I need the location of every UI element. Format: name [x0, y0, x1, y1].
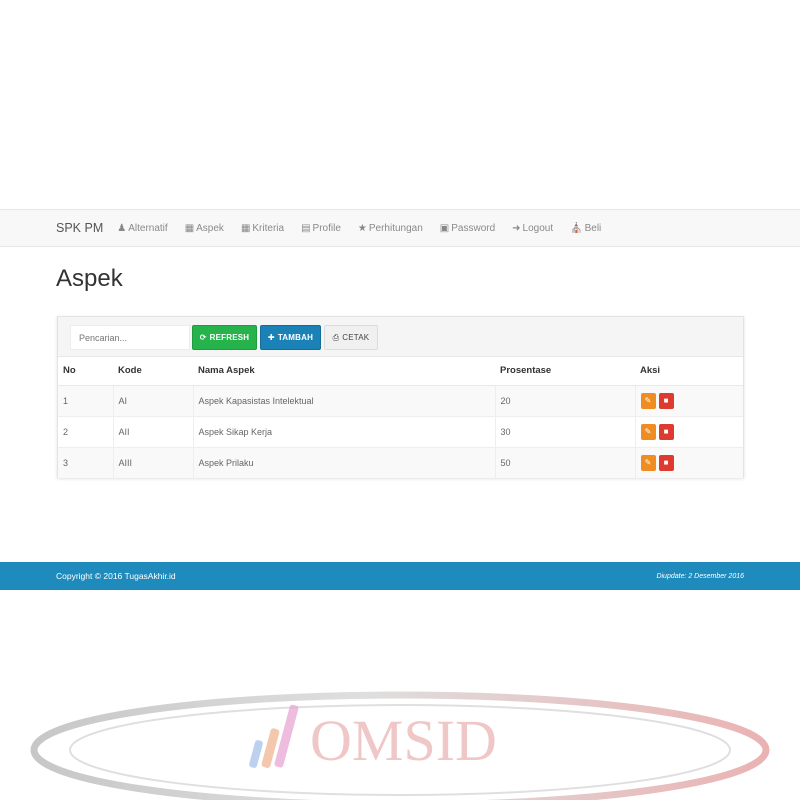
refresh-icon: ⟳ — [199, 333, 207, 342]
cell-aksi: ✎ ■ — [635, 415, 743, 447]
plus-icon: ✚ — [267, 333, 275, 342]
log-in-icon: ➜ — [512, 222, 521, 234]
nav-item-kriteria[interactable]: ▦ Kriteria — [241, 223, 284, 234]
calendar-icon: ▤ — [301, 222, 311, 234]
column-header-nama-aspek[interactable]: Nama Aspek — [193, 357, 495, 386]
cetak-button[interactable]: ⎙ CETAK — [324, 325, 378, 350]
page-title: Aspek — [56, 265, 123, 292]
cell-prosentase: 30 — [495, 415, 636, 447]
lock-icon: ▣ — [439, 222, 450, 234]
column-header-prosentase[interactable]: Prosentase — [495, 357, 635, 386]
nav-item-profile[interactable]: ▤ Profile — [301, 223, 341, 234]
tambah-button[interactable]: ✚ TAMBAH — [260, 325, 321, 350]
column-header-aksi: Aksi — [635, 357, 743, 386]
star-icon: ★ — [357, 222, 367, 234]
cell-no: 2 — [58, 415, 114, 447]
nav-item-logout[interactable]: ➜ Logout — [512, 223, 553, 234]
column-header-no[interactable]: No — [58, 357, 113, 386]
cell-prosentase: 20 — [495, 384, 636, 416]
table-row: 3 AIII Aspek Prilaku 50 ✎ ■ — [58, 446, 743, 478]
nav-item-alternatif[interactable]: ♟ Alternatif — [117, 223, 167, 234]
trash-icon[interactable]: ■ — [658, 454, 674, 471]
nav-item-password[interactable]: ▣ Password — [440, 223, 495, 234]
table-row: 1 AI Aspek Kapasistas Intelektual 20 ✎ ■ — [58, 384, 743, 416]
table-row: 2 AII Aspek Sikap Kerja 30 ✎ ■ — [58, 415, 743, 447]
column-header-kode[interactable]: Kode — [113, 357, 193, 386]
nav-item-aspek[interactable]: ▦ Aspek — [185, 223, 224, 234]
trash-icon[interactable]: ■ — [658, 423, 674, 440]
navbar-brand[interactable]: SPK PM — [56, 221, 103, 235]
nav-item-beli[interactable]: ⛪ Beli — [570, 223, 601, 234]
cell-nama-aspek: Aspek Prilaku — [193, 446, 496, 478]
cetak-label: CETAK — [342, 333, 370, 342]
table-header-row: No Kode Nama Aspek Prosentase Aksi — [58, 357, 743, 386]
refresh-button[interactable]: ⟳ REFRESH — [192, 325, 257, 350]
user-icon: ♟ — [117, 222, 127, 234]
footer-updated-date: Diupdate: 2 Desember 2016 — [656, 572, 744, 580]
search-input[interactable] — [70, 325, 190, 350]
aspek-table: No Kode Nama Aspek Prosentase Aksi 1 AI … — [58, 357, 743, 478]
footer-copyright: Copyright © 2016 TugasAkhir.id — [56, 571, 176, 581]
trash-icon[interactable]: ■ — [658, 392, 674, 409]
cell-aksi: ✎ ■ — [635, 446, 743, 478]
th-large-icon: ▦ — [184, 222, 195, 234]
cell-kode: AII — [113, 415, 194, 447]
cell-aksi: ✎ ■ — [635, 384, 743, 416]
nav-item-label: Aspek — [196, 222, 224, 234]
edit-icon[interactable]: ✎ — [640, 454, 656, 471]
watermark-text: OMSID — [310, 708, 497, 773]
omsid-watermark-logo: OMSID — [30, 691, 770, 800]
edit-icon[interactable]: ✎ — [640, 423, 656, 440]
top-navbar: SPK PM ♟ Alternatif ▦ Aspek ▦ Kriteria ▤… — [0, 209, 800, 247]
nav-item-label: Beli — [584, 222, 602, 234]
th-icon: ▦ — [240, 222, 251, 234]
nav-item-label: Password — [451, 222, 496, 234]
tambah-label: TAMBAH — [277, 333, 314, 342]
shopping-cart-icon: ⛪ — [570, 222, 583, 234]
nav-item-perhitungan[interactable]: ★ Perhitungan — [358, 223, 423, 234]
cell-no: 3 — [58, 446, 114, 478]
cell-nama-aspek: Aspek Sikap Kerja — [193, 415, 496, 447]
edit-icon[interactable]: ✎ — [640, 392, 656, 409]
cell-kode: AIII — [113, 446, 194, 478]
table-toolbar: ⟳ REFRESH ✚ TAMBAH ⎙ CETAK — [58, 317, 743, 357]
cell-kode: AI — [113, 384, 194, 416]
aspek-panel: ⟳ REFRESH ✚ TAMBAH ⎙ CETAK No Kode Nama … — [57, 316, 744, 478]
page-footer: Copyright © 2016 TugasAkhir.id Diupdate:… — [0, 562, 800, 590]
print-icon: ⎙ — [332, 332, 340, 342]
nav-item-label: Logout — [522, 222, 554, 234]
refresh-label: REFRESH — [209, 333, 250, 342]
nav-item-label: Profile — [312, 222, 341, 234]
nav-item-label: Perhitungan — [368, 222, 423, 234]
nav-item-label: Kriteria — [252, 222, 285, 234]
cell-no: 1 — [58, 384, 114, 416]
cell-nama-aspek: Aspek Kapasistas Intelektual — [193, 384, 496, 416]
nav-item-label: Alternatif — [128, 222, 168, 234]
cell-prosentase: 50 — [495, 446, 636, 478]
